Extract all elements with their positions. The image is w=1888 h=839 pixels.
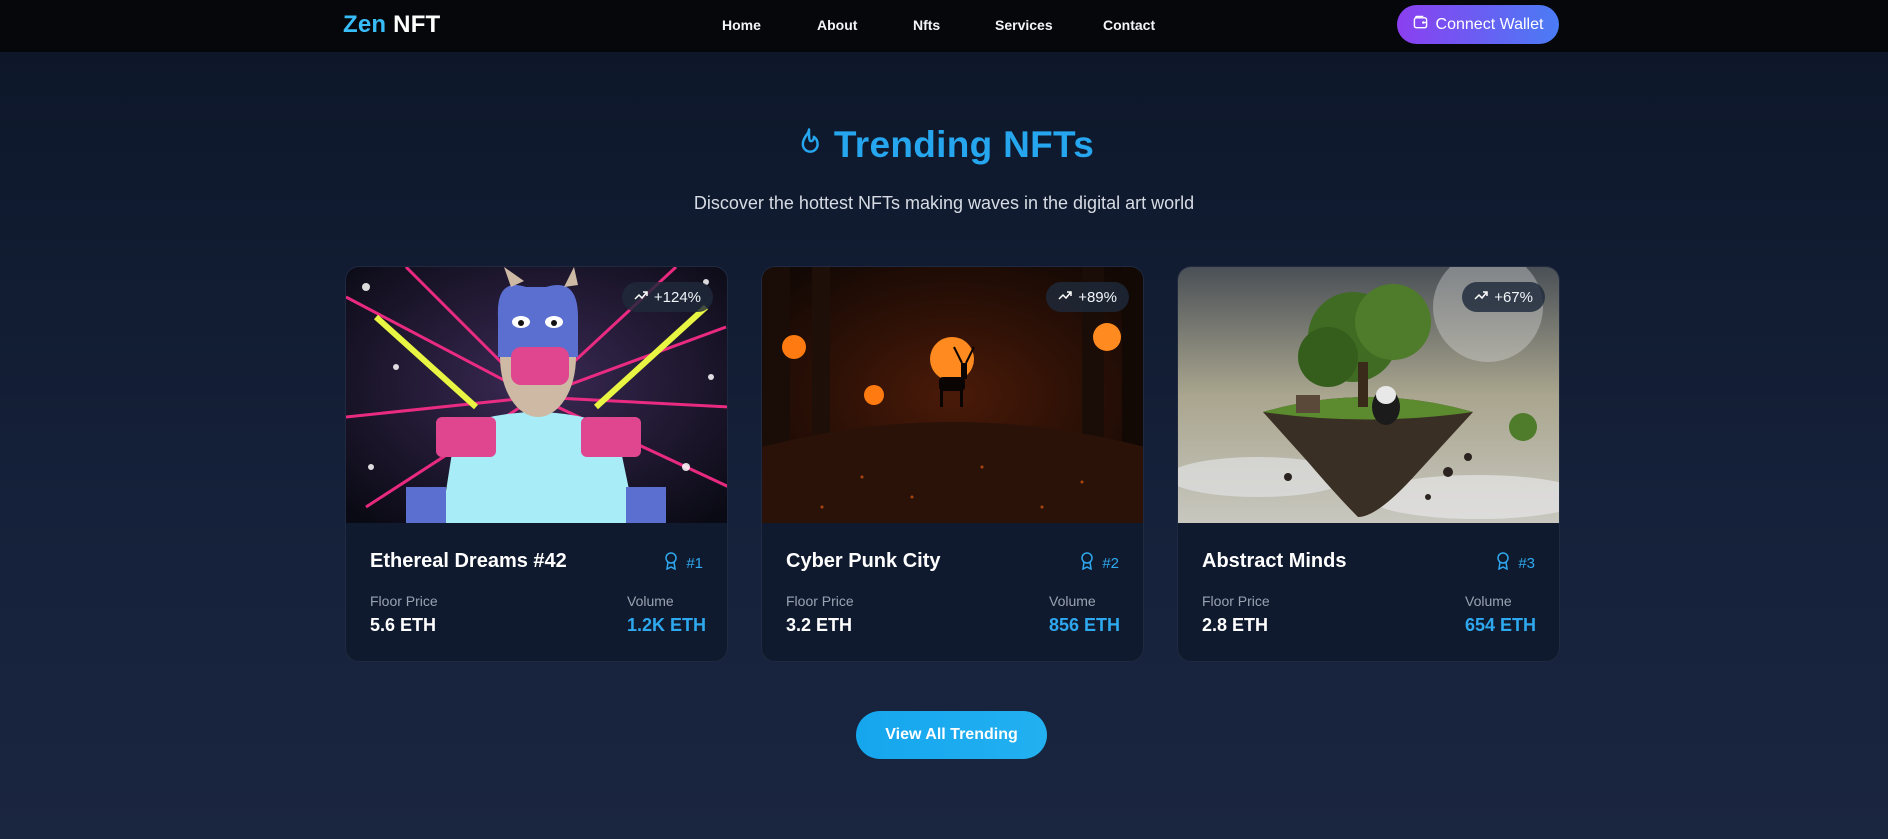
top-navbar: Zen NFT Home About Nfts Services Contact… xyxy=(0,0,1888,52)
nft-name: Abstract Minds xyxy=(1202,550,1347,572)
award-icon xyxy=(1080,552,1094,574)
trending-up-icon xyxy=(1058,288,1072,306)
nav-link-contact[interactable]: Contact xyxy=(1103,15,1155,35)
floor-price-label: Floor Price xyxy=(786,593,854,609)
volume-label: Volume xyxy=(627,593,674,609)
trend-value: +124% xyxy=(653,288,701,306)
wallet-icon xyxy=(1413,15,1428,35)
nft-card[interactable]: +89% Cyber Punk City #2 Floor Price 3.2 … xyxy=(761,266,1144,662)
floor-price-label: Floor Price xyxy=(1202,593,1270,609)
section-heading: Trending NFTs xyxy=(0,124,1888,166)
nav-link-home[interactable]: Home xyxy=(722,15,761,35)
logo-nft: NFT xyxy=(393,11,441,38)
rank-badge: #3 xyxy=(1496,552,1535,574)
rank-value: #1 xyxy=(686,554,703,572)
nft-card[interactable]: +124% Ethereal Dreams #42 #1 Floor Price… xyxy=(345,266,728,662)
floor-price-value: 5.6 ETH xyxy=(370,615,437,635)
view-all-trending-button[interactable]: View All Trending xyxy=(856,711,1047,759)
rank-value: #2 xyxy=(1102,554,1119,572)
trend-badge: +124% xyxy=(621,282,713,312)
volume-value: 654 ETH xyxy=(1465,615,1537,635)
nav-link-about[interactable]: About xyxy=(817,15,857,35)
floor-price-label: Floor Price xyxy=(370,593,438,609)
rank-badge: #1 xyxy=(664,552,703,574)
nft-name: Ethereal Dreams #42 xyxy=(370,550,567,572)
volume-value: 856 ETH xyxy=(1049,615,1121,635)
nft-card[interactable]: +67% Abstract Minds #3 Floor Price 2.8 E… xyxy=(1177,266,1560,662)
flame-icon xyxy=(794,127,824,164)
trend-badge: +89% xyxy=(1046,282,1129,312)
connect-wallet-label: Connect Wallet xyxy=(1435,15,1544,33)
nav-link-services[interactable]: Services xyxy=(995,15,1053,35)
floor-price-value: 3.2 ETH xyxy=(786,615,853,635)
award-icon xyxy=(1496,552,1510,574)
trend-value: +89% xyxy=(1078,288,1117,306)
volume-value: 1.2K ETH xyxy=(627,615,707,635)
trend-value: +67% xyxy=(1494,288,1533,306)
floor-price-value: 2.8 ETH xyxy=(1202,615,1269,635)
trending-up-icon xyxy=(1474,288,1488,306)
rank-badge: #2 xyxy=(1080,552,1119,574)
section-title: Trending NFTs xyxy=(833,124,1095,165)
rank-value: #3 xyxy=(1518,554,1535,572)
volume-label: Volume xyxy=(1465,593,1512,609)
site-logo[interactable]: Zen NFT xyxy=(343,11,440,39)
nav-link-nfts[interactable]: Nfts xyxy=(913,15,940,35)
logo-zen: Zen xyxy=(343,11,387,38)
connect-wallet-button[interactable]: Connect Wallet xyxy=(1397,5,1559,44)
award-icon xyxy=(664,552,678,574)
nft-name: Cyber Punk City xyxy=(786,550,941,572)
trend-badge: +67% xyxy=(1462,282,1545,312)
volume-label: Volume xyxy=(1049,593,1096,609)
trending-up-icon xyxy=(634,288,648,306)
section-subtitle: Discover the hottest NFTs making waves i… xyxy=(693,193,1195,213)
